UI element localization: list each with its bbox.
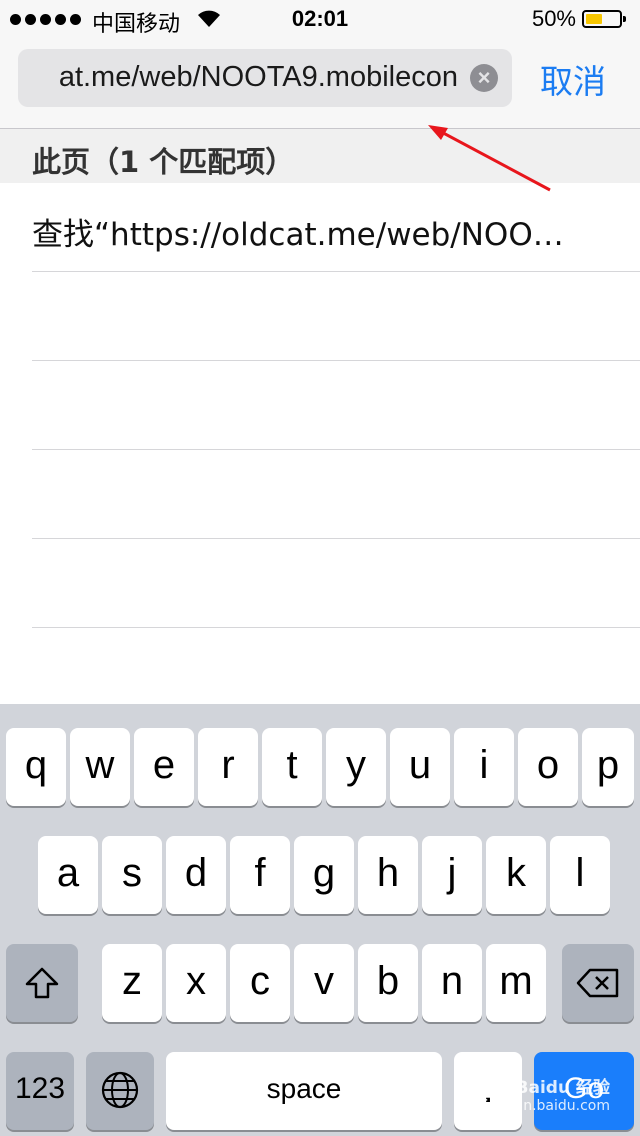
key-q[interactable]: q [6,728,66,806]
list-item [32,361,640,450]
delete-key[interactable] [562,944,634,1022]
key-m[interactable]: m [486,944,546,1022]
key-f[interactable]: f [230,836,290,914]
key-l[interactable]: l [550,836,610,914]
delete-icon [576,968,619,998]
numbers-key[interactable]: 123 [6,1052,74,1130]
watermark: Baidu 经验 jingyan.baidu.com [481,1073,610,1114]
watermark-brand: Baidu 经验 [515,1078,610,1098]
key-e[interactable]: e [134,728,194,806]
key-h[interactable]: h [358,836,418,914]
space-key[interactable]: space [166,1052,442,1130]
battery-icon [582,10,626,28]
key-p[interactable]: p [582,728,634,806]
shift-key[interactable] [6,944,78,1022]
annotation-arrow [428,125,551,192]
list-item[interactable]: 查找“https://oldcat.me/web/NOO… [32,183,640,272]
results-list: 查找“https://oldcat.me/web/NOO… [0,183,640,628]
globe-key[interactable] [86,1052,154,1130]
key-i[interactable]: i [454,728,514,806]
cancel-button[interactable]: 取消 [540,55,606,103]
key-x[interactable]: x [166,944,226,1022]
shift-icon [25,967,59,999]
key-u[interactable]: u [390,728,450,806]
key-k[interactable]: k [486,836,546,914]
key-t[interactable]: t [262,728,322,806]
key-w[interactable]: w [70,728,130,806]
key-v[interactable]: v [294,944,354,1022]
clear-icon[interactable]: × [470,64,498,92]
key-n[interactable]: n [422,944,482,1022]
key-s[interactable]: s [102,836,162,914]
status-bar: 中国移动 02:01 50% [0,0,640,40]
key-a[interactable]: a [38,836,98,914]
key-d[interactable]: d [166,836,226,914]
key-y[interactable]: y [326,728,386,806]
list-item-label[interactable]: 查找“https://oldcat.me/web/NOO… [32,209,564,254]
keyboard: q w e r t y u i o p a s d f g h j k l z … [0,704,640,1136]
list-item [32,450,640,539]
key-j[interactable]: j [422,836,482,914]
battery-fill [586,14,602,24]
key-o[interactable]: o [518,728,578,806]
key-b[interactable]: b [358,944,418,1022]
key-r[interactable]: r [198,728,258,806]
list-item [32,272,640,361]
key-c[interactable]: c [230,944,290,1022]
key-z[interactable]: z [102,944,162,1022]
url-search-text[interactable]: at.me/web/NOOTA9.mobilecon [59,61,458,94]
list-item [32,539,640,628]
globe-icon [101,1071,139,1109]
url-search-field[interactable]: at.me/web/NOOTA9.mobilecon × [18,49,512,107]
watermark-url: jingyan.baidu.com [480,1098,610,1114]
battery-percent: 50% [531,6,576,31]
key-g[interactable]: g [294,836,354,914]
